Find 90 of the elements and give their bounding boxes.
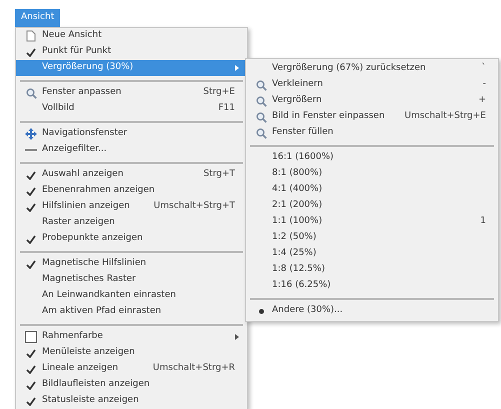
item-label: Ebenenrahmen anzeigen <box>42 184 155 198</box>
item-label: Rahmenfarbe <box>42 330 103 344</box>
menu-item[interactable]: Vergrößern + <box>246 93 498 109</box>
frame-color-swatch <box>25 331 37 343</box>
menu-item[interactable]: Ebenenrahmen anzeigen <box>16 183 247 199</box>
shortcut-label: - <box>482 78 486 92</box>
menu-item[interactable]: Andere (30%)... <box>246 303 498 319</box>
item-label: Bildlaufleisten anzeigen <box>42 378 150 392</box>
item-label: Magnetisches Raster <box>42 273 136 286</box>
menu-item[interactable]: 16:1 (1600%) <box>246 150 498 166</box>
item-label: Fenster anpassen <box>42 86 122 100</box>
menu-item[interactable]: Auswahl anzeigen Strg+T <box>16 167 247 183</box>
item-label: Raster anzeigen <box>42 216 115 230</box>
menu-item[interactable]: 1:16 (6.25%) <box>246 278 498 294</box>
menu-item[interactable]: Punkt für Punkt <box>16 44 247 60</box>
item-label: Verkleinern <box>272 78 323 92</box>
page-icon <box>26 30 36 42</box>
cross-arrows-icon <box>25 128 37 140</box>
search-icon <box>26 88 36 98</box>
item-label: 1:1 (100%) <box>272 215 322 228</box>
item-label: 4:1 (400%) <box>272 183 322 196</box>
shortcut-label: 1 <box>480 215 486 228</box>
item-label: 1:2 (50%) <box>272 231 316 244</box>
item-label: Navigationsfenster <box>42 127 128 140</box>
item-label: Anzeigefilter... <box>42 143 107 156</box>
menu-item[interactable]: Hilfslinien anzeigen Umschalt+Strg+T <box>16 199 247 215</box>
menu-item[interactable]: Vollbild F11 <box>16 101 247 117</box>
item-label: Auswahl anzeigen <box>42 168 124 182</box>
menu-item[interactable]: 1:1 (100%) 1 <box>246 214 498 230</box>
menu-item[interactable]: Lineale anzeigen Umschalt+Strg+R <box>16 361 247 377</box>
shortcut-label: Umschalt+Strg+E <box>404 110 486 124</box>
menu-item[interactable]: Probepunkte anzeigen <box>16 231 247 247</box>
shortcut-label: ` <box>482 62 486 76</box>
menu-item[interactable]: Verkleinern - <box>246 77 498 93</box>
menu-item[interactable]: 1:8 (12.5%) <box>246 262 498 278</box>
shortcut-label: Umschalt+Strg+R <box>152 362 235 376</box>
menu-item[interactable]: Menüleiste anzeigen <box>16 345 247 361</box>
menu-item[interactable]: Am aktiven Pfad einrasten <box>16 304 247 320</box>
menu-item[interactable]: Fenster füllen <box>246 125 498 141</box>
menu-item[interactable]: Navigationsfenster <box>16 126 247 142</box>
item-label: Hilfslinien anzeigen <box>42 200 130 214</box>
menu-item[interactable]: 2:1 (200%) <box>246 198 498 214</box>
item-label: An Leinwandkanten einrasten <box>42 289 176 302</box>
menu-item[interactable]: Neue Ansicht <box>16 28 247 44</box>
item-label: 1:16 (6.25%) <box>272 279 331 292</box>
menu-item[interactable]: Raster anzeigen <box>16 215 247 231</box>
menu-item[interactable]: Rahmenfarbe <box>16 329 247 345</box>
item-label: Neue Ansicht <box>42 29 102 42</box>
search-icon <box>256 128 266 138</box>
item-label: 16:1 (1600%) <box>272 151 334 164</box>
shortcut-label: + <box>478 94 486 108</box>
item-label: Vergrößerung (30%) <box>42 61 134 74</box>
item-label: Vollbild <box>42 102 74 116</box>
shortcut-label: Strg+T <box>203 168 235 182</box>
menu-item[interactable]: Bild in Fenster einpassen Umschalt+Strg+E <box>246 109 498 125</box>
shortcut-label: Strg+E <box>203 86 235 100</box>
item-label: 1:8 (12.5%) <box>272 263 325 276</box>
menu-item[interactable]: Magnetische Hilfslinien <box>16 256 247 272</box>
search-icon <box>256 80 266 90</box>
search-icon <box>256 96 266 106</box>
item-label: Menüleiste anzeigen <box>42 346 135 360</box>
item-label: Vergrößern <box>272 94 322 108</box>
menu-item[interactable]: 8:1 (800%) <box>246 166 498 182</box>
item-label: 1:4 (25%) <box>272 247 316 260</box>
search-icon <box>256 112 266 122</box>
menu-item[interactable]: Bildlaufleisten anzeigen <box>16 377 247 393</box>
menu-item[interactable]: Anzeigefilter... <box>16 142 247 158</box>
item-label: 8:1 (800%) <box>272 167 322 180</box>
menu-item[interactable]: Fenster anpassen Strg+E <box>16 85 247 101</box>
item-label: Fenster füllen <box>272 126 334 140</box>
item-label: Vergrößerung (67%) zurücksetzen <box>272 62 426 76</box>
menu-item[interactable]: 4:1 (400%) <box>246 182 498 198</box>
menu-item[interactable]: Vergrößerung (67%) zurücksetzen ` <box>246 61 498 77</box>
item-label: Probepunkte anzeigen <box>42 232 143 246</box>
menu-item[interactable]: Statusleiste anzeigen <box>16 393 247 409</box>
menu-item[interactable]: Magnetisches Raster <box>16 272 247 288</box>
shortcut-label: F11 <box>218 102 235 116</box>
item-label: Lineale anzeigen <box>42 362 118 376</box>
item-label: Magnetische Hilfslinien <box>42 257 146 270</box>
item-label: Am aktiven Pfad einrasten <box>42 305 162 318</box>
item-label: Bild in Fenster einpassen <box>272 110 385 124</box>
shortcut-label: Umschalt+Strg+T <box>154 200 235 214</box>
item-label: Andere (30%)... <box>272 304 343 318</box>
menu-item[interactable]: An Leinwandkanten einrasten <box>16 288 247 304</box>
menu-item[interactable]: 1:2 (50%) <box>246 230 498 246</box>
item-label: 2:1 (200%) <box>272 199 322 212</box>
filter-icon <box>25 147 37 153</box>
menu-item[interactable]: 1:4 (25%) <box>246 246 498 262</box>
item-label: Punkt für Punkt <box>42 45 112 58</box>
item-label: Statusleiste anzeigen <box>42 394 139 408</box>
